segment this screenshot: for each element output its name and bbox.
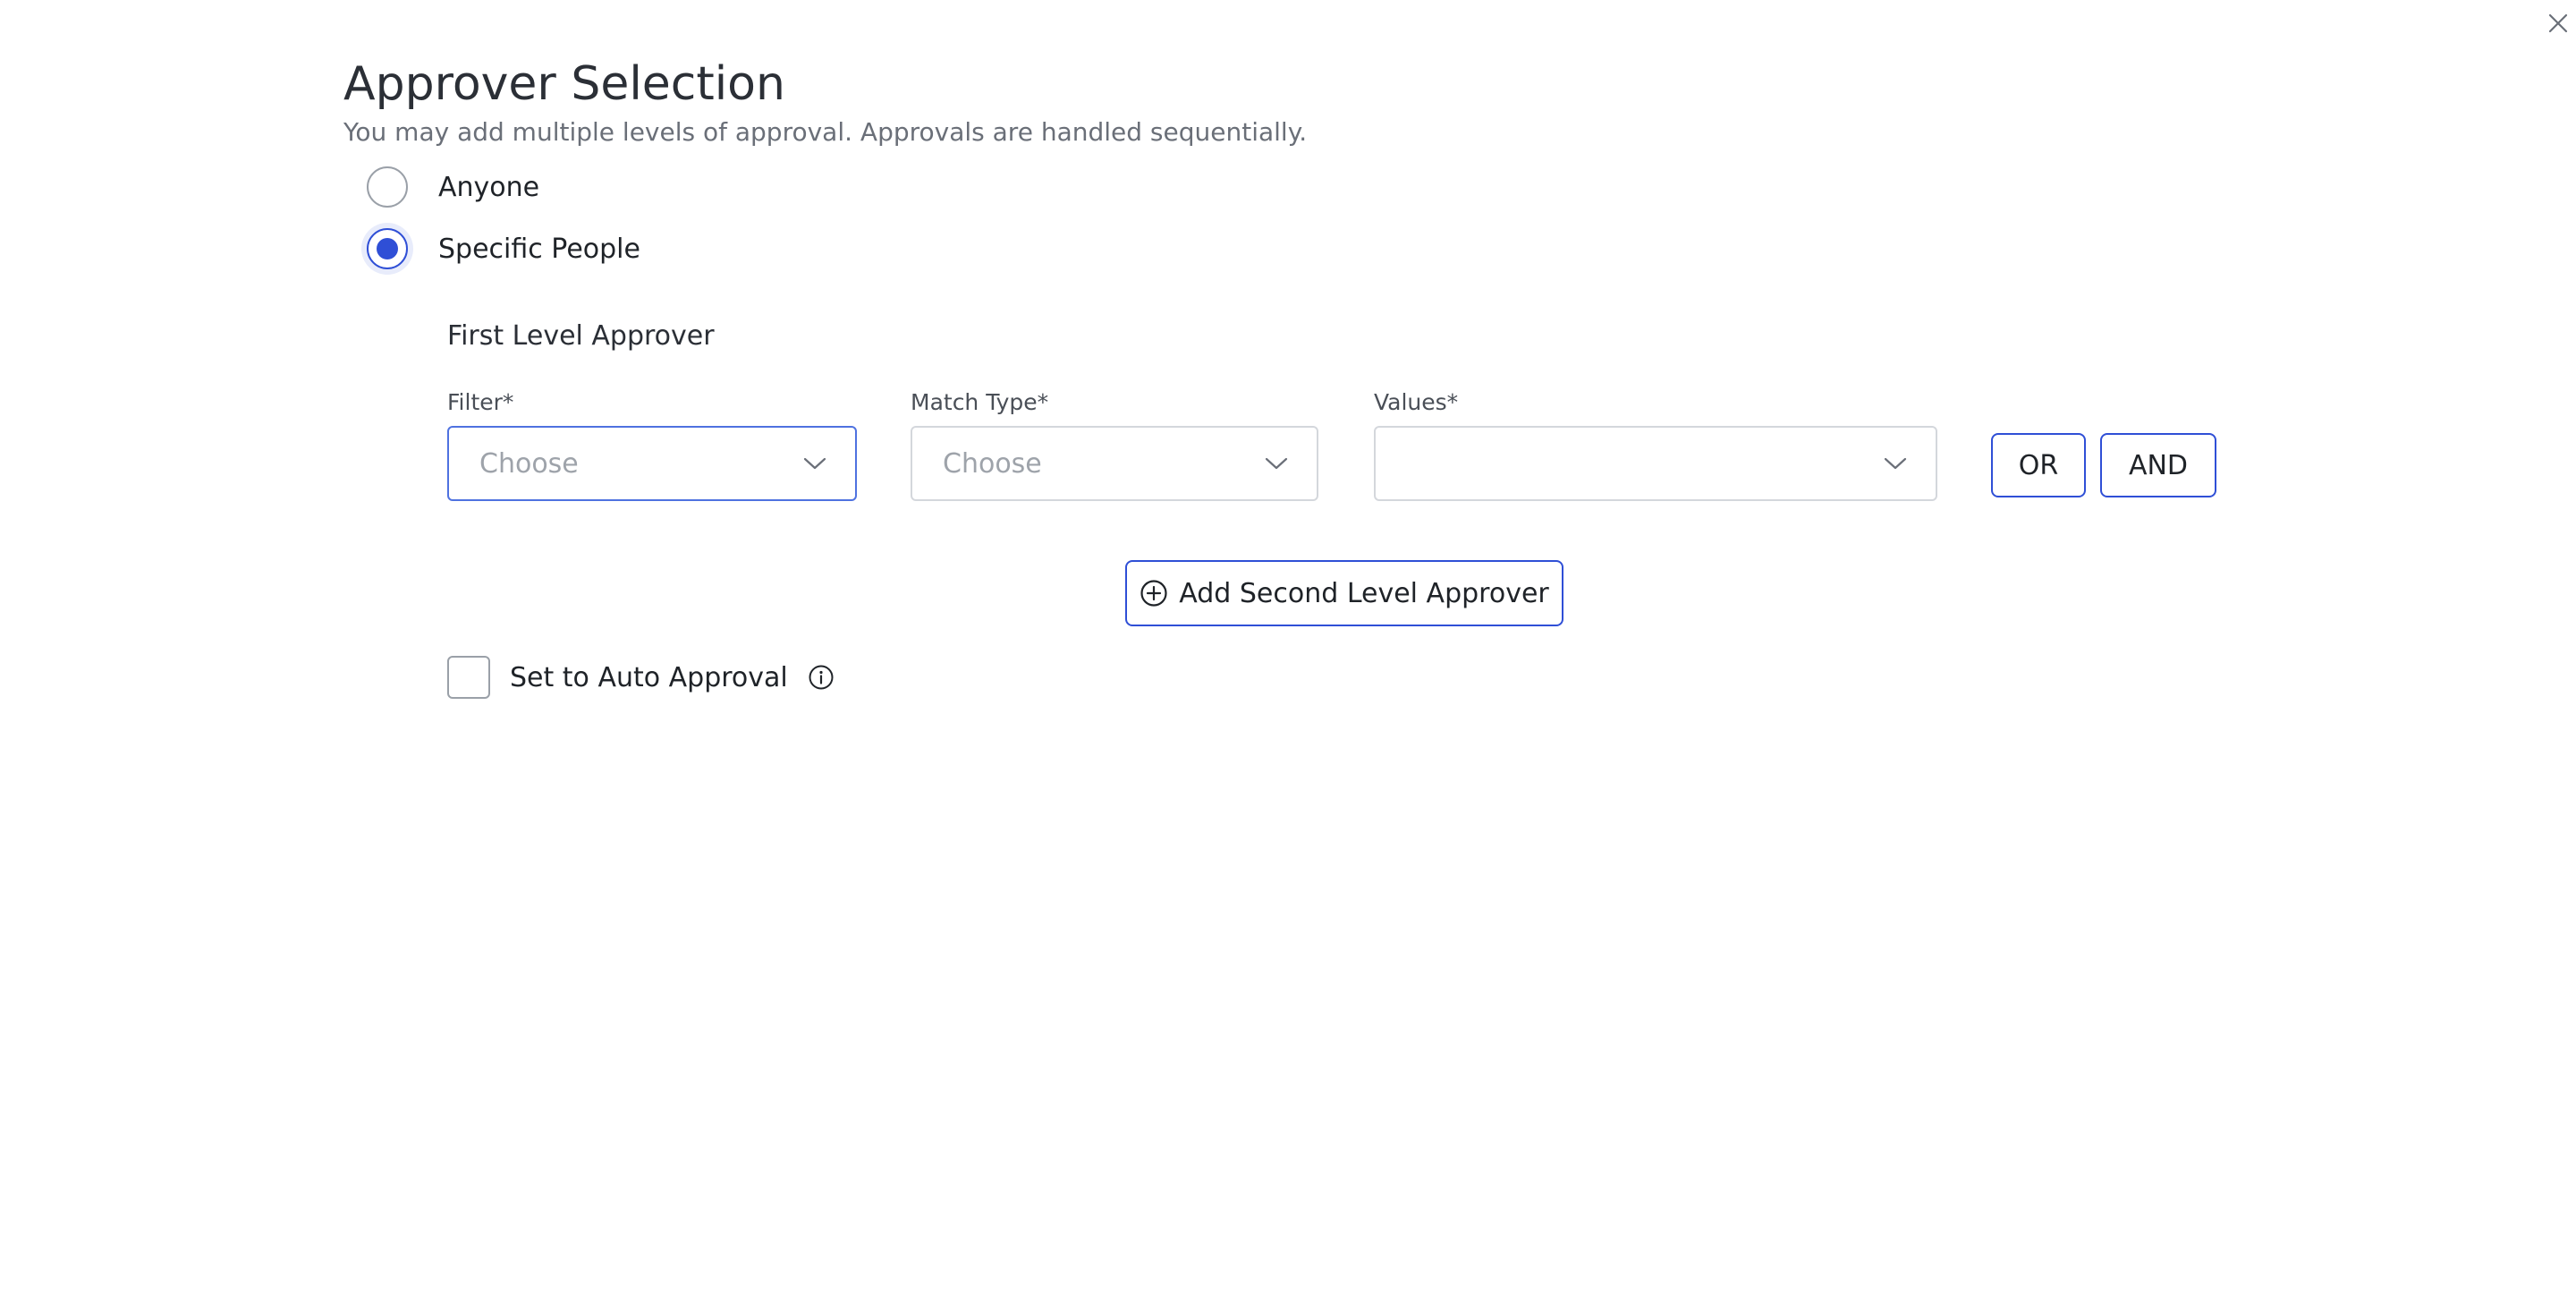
radio-anyone[interactable]: Anyone <box>367 162 539 212</box>
radio-specific-people-circle[interactable] <box>367 228 408 269</box>
dialog-title: Approver Selection <box>343 57 785 111</box>
radio-selected-dot <box>377 238 398 259</box>
info-tooltip-trigger[interactable] <box>808 664 835 691</box>
auto-approval-checkbox[interactable] <box>447 656 490 699</box>
chevron-down-icon <box>1882 450 1909 477</box>
values-select[interactable] <box>1374 426 1937 501</box>
plus-circle-icon <box>1140 580 1167 607</box>
match-type-placeholder: Choose <box>943 447 1042 480</box>
chevron-down-icon <box>801 450 828 477</box>
and-button[interactable]: AND <box>2100 433 2216 497</box>
radio-anyone-circle[interactable] <box>367 166 408 208</box>
filter-label: Filter* <box>447 389 514 415</box>
values-label: Values* <box>1374 389 1459 415</box>
match-type-label: Match Type* <box>911 389 1049 415</box>
auto-approval-label: Set to Auto Approval <box>510 661 788 693</box>
or-button[interactable]: OR <box>1991 433 2086 497</box>
auto-approval-row: Set to Auto Approval <box>447 655 835 700</box>
close-icon <box>2548 13 2568 33</box>
add-second-level-approver-label: Add Second Level Approver <box>1179 577 1549 609</box>
radio-anyone-label: Anyone <box>438 171 540 203</box>
match-type-select[interactable]: Choose <box>911 426 1318 501</box>
filter-placeholder: Choose <box>479 447 579 480</box>
info-icon <box>809 665 834 690</box>
radio-specific-people-label: Specific People <box>438 233 640 265</box>
close-button[interactable] <box>2540 5 2576 41</box>
first-level-approver-title: First Level Approver <box>447 320 715 352</box>
chevron-down-icon <box>1263 450 1290 477</box>
dialog-subtitle: You may add multiple levels of approval.… <box>343 117 1308 147</box>
radio-specific-people[interactable]: Specific People <box>367 224 640 274</box>
add-second-level-approver-button[interactable]: Add Second Level Approver <box>1125 560 1563 626</box>
approver-selection-dialog: Approver Selection You may add multiple … <box>0 0 2576 1292</box>
filter-select[interactable]: Choose <box>447 426 857 501</box>
